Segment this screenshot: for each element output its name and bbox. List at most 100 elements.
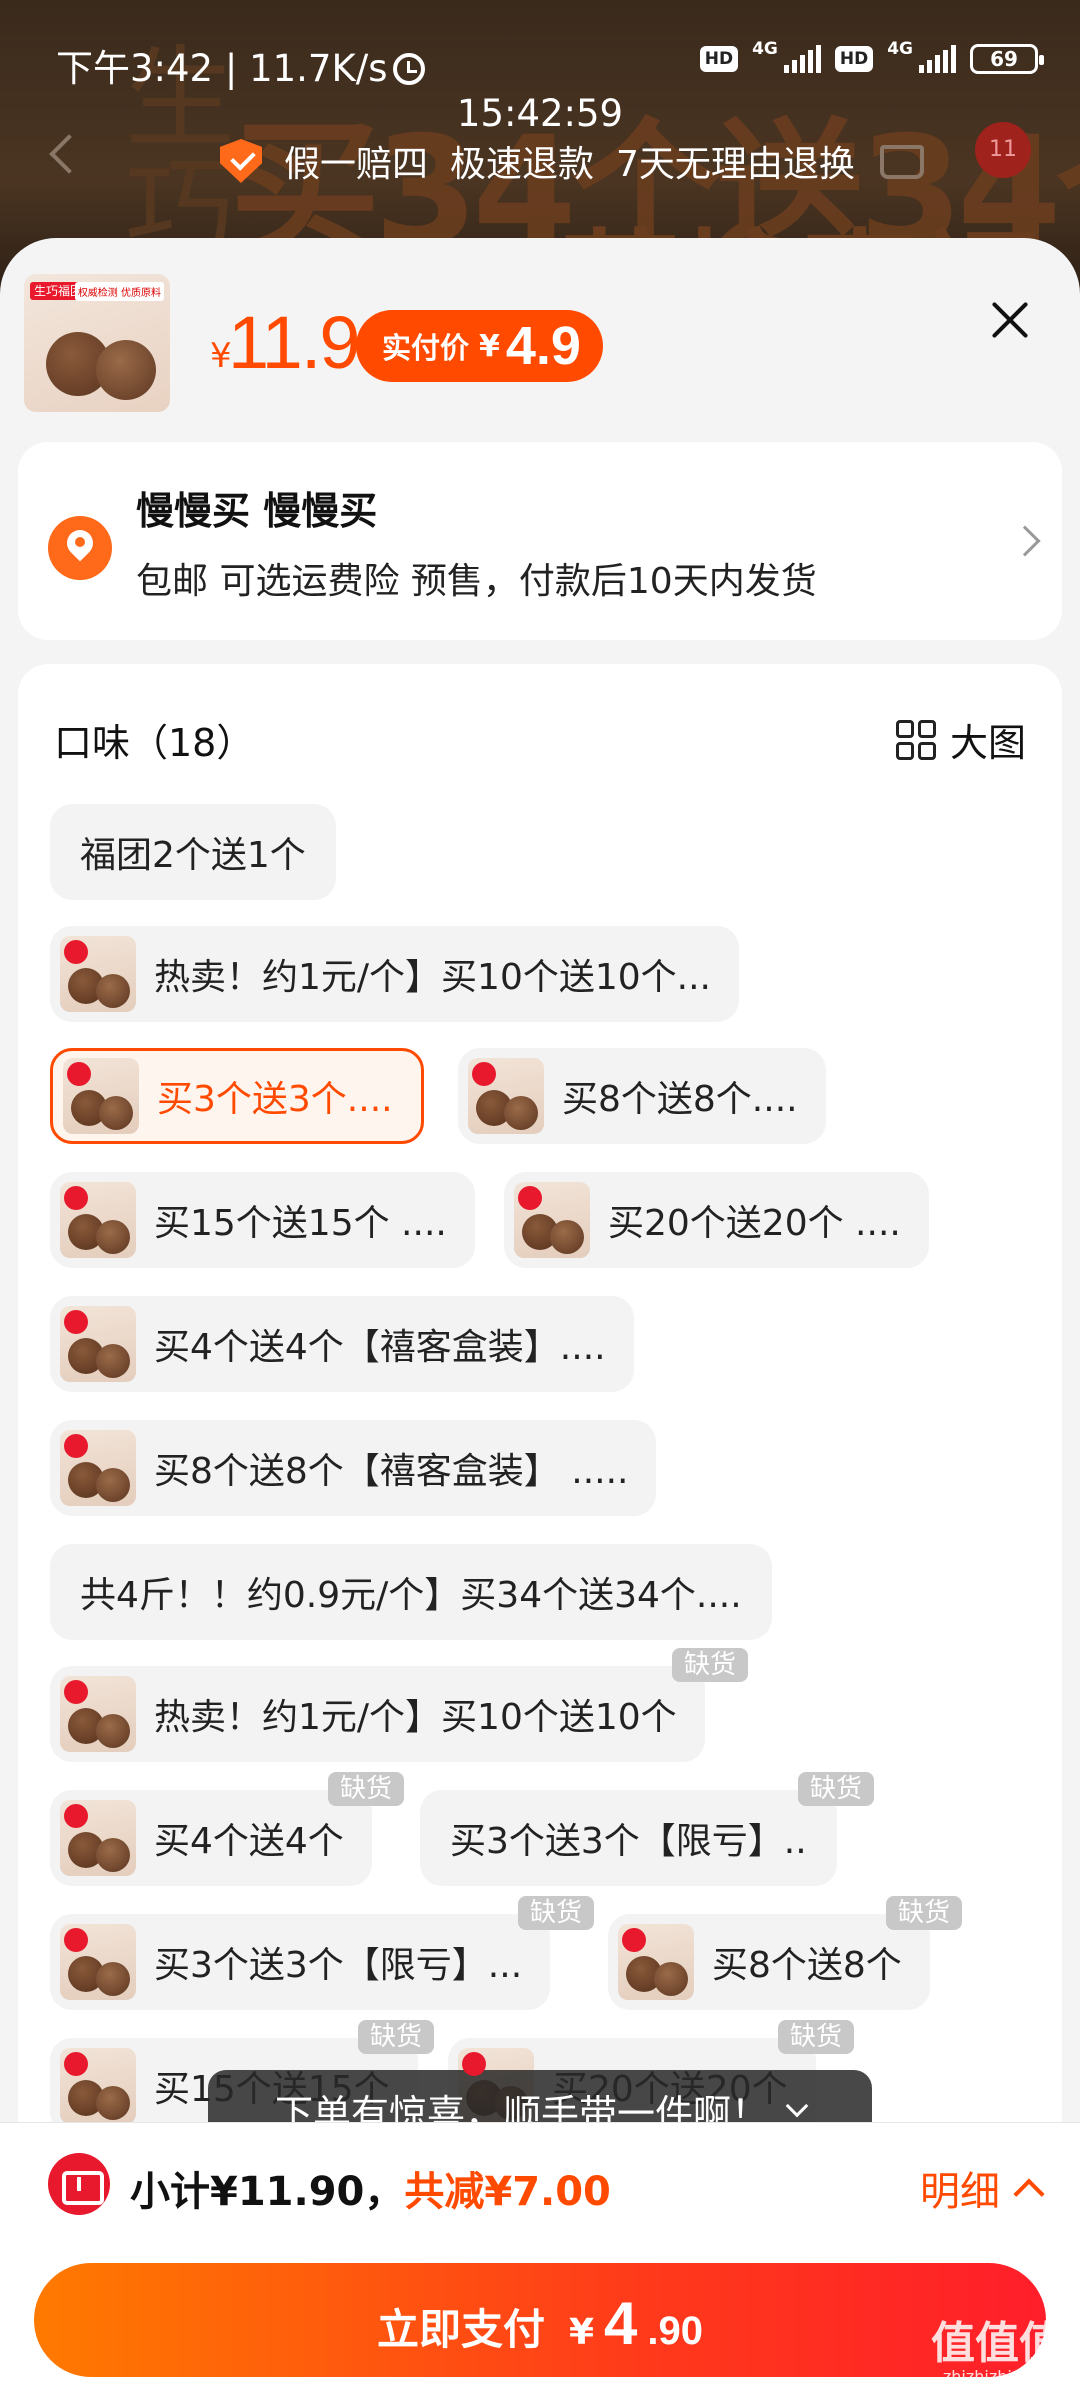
coupon-icon [48, 2153, 110, 2215]
hd-icon-2: HD [834, 46, 874, 72]
shipping-info: 包邮 可选运费险 预售，付款后10天内发货 [136, 561, 817, 602]
options-title: 口味（18） [54, 721, 255, 765]
pay-now-amount-decimal: .90 [647, 2309, 704, 2353]
out-of-stock-badge: 缺货 [798, 1772, 875, 1806]
option-chip[interactable]: 买8个送8个.... [458, 1048, 826, 1144]
location-pin-icon [48, 516, 112, 580]
option-label: 买4个送4个【禧客盒装】.... [154, 1327, 606, 1368]
option-label: 共4斤！！约0.9元/个】买34个送34个.... [80, 1575, 742, 1616]
guarantee-item: 极速退款 [450, 144, 595, 185]
option-chip-selected[interactable]: 买3个送3个.... [50, 1048, 424, 1144]
out-of-stock-badge: 缺货 [672, 1648, 749, 1682]
option-thumbnail [60, 1306, 136, 1382]
pay-now-currency: ¥ [568, 2312, 595, 2353]
product-thumbnail[interactable]: 生巧福团 买3个送3个 权威检测 优质原料 [24, 274, 170, 412]
back-arrow-icon[interactable] [49, 134, 89, 174]
option-chip[interactable]: 热卖！约1元/个】买10个送10个... [50, 926, 739, 1022]
option-label: 买20个送20个 .... [608, 1203, 901, 1244]
shield-check-icon [220, 139, 262, 183]
option-label: 热卖！约1元/个】买10个送10个 [154, 1697, 677, 1738]
actual-price-amount: 4.9 [505, 316, 581, 376]
subtotal-text: 小计¥11.90， [130, 2169, 405, 2215]
option-chip-out-of-stock[interactable]: 热卖！约1元/个】买10个送10个 [50, 1666, 705, 1762]
chevron-up-icon [1013, 2178, 1045, 2210]
hd-icon: HD [699, 46, 739, 72]
option-label: 热卖！约1元/个】买10个送10个... [154, 957, 711, 998]
cart-icon[interactable] [880, 145, 924, 179]
chevron-right-icon [1009, 525, 1041, 557]
watermark-url: zhizhizhi.com [942, 2367, 1052, 2386]
option-label: 买4个送4个 [154, 1821, 344, 1862]
actual-price-currency: ¥ [479, 328, 500, 364]
option-thumbnail [468, 1058, 544, 1134]
network-type: 4G [752, 39, 778, 59]
site-watermark: 值值值 zhizhizhi.com [922, 2320, 1072, 2386]
pay-now-button[interactable]: 立即支付 ¥ 4 .90 [34, 2263, 1046, 2377]
thumbnail-tag-2: 权威检测 优质原料 [74, 282, 164, 301]
signal-icon-2 [919, 45, 956, 73]
option-chip[interactable]: 买15个送15个 .... [50, 1172, 475, 1268]
option-chip[interactable]: 福团2个送1个 [50, 804, 336, 900]
clock-text: 下午3:42 [56, 47, 214, 90]
option-label: 买3个送3个【限亏】... [154, 1945, 523, 1986]
out-of-stock-badge: 缺货 [518, 1896, 595, 1930]
option-thumbnail [60, 1676, 136, 1752]
option-thumbnail [60, 1924, 136, 2000]
chevron-down-icon [785, 2094, 809, 2118]
battery-icon: 69 [970, 44, 1044, 74]
product-image-shape [96, 340, 156, 400]
subtotal-summary: 小计¥11.90，共减¥7.00 [130, 2159, 611, 2217]
pay-now-amount-integer: 4 [604, 2290, 638, 2357]
option-label: 买8个送8个 [712, 1945, 902, 1986]
product-price: 11.9 [228, 301, 361, 384]
price-detail-link[interactable]: 明细 [920, 2159, 1045, 2217]
network-speed: 11.7K/s [249, 47, 388, 90]
address-name: 慢慢买 慢慢买 [136, 489, 378, 533]
close-icon[interactable] [986, 296, 1034, 344]
out-of-stock-badge: 缺货 [778, 2020, 855, 2054]
out-of-stock-badge: 缺货 [358, 2020, 435, 2054]
option-thumbnail [618, 1924, 694, 2000]
option-chip-out-of-stock[interactable]: 买4个送4个 [50, 1790, 372, 1886]
signal-icon [783, 45, 821, 73]
status-time: 下午3:42 | 11.7K/s [56, 38, 426, 92]
alarm-icon [393, 53, 426, 85]
sheet-header: 生巧福团 买3个送3个 权威检测 优质原料 ¥ 11.9 实付价 ¥ 4.9 [0, 238, 1080, 428]
guarantee-item: 7天无理由退换 [616, 144, 855, 185]
option-chip[interactable]: 共4斤！！约0.9元/个】买34个送34个.... [50, 1544, 772, 1640]
option-label: 买3个送3个.... [157, 1079, 393, 1120]
actual-price-badge: 实付价 ¥ 4.9 [356, 310, 603, 382]
pay-now-label: 立即支付 [376, 2305, 545, 2354]
network-type-2: 4G [887, 39, 913, 59]
large-image-toggle[interactable]: 大图 [895, 712, 1026, 767]
option-thumbnail [60, 1800, 136, 1876]
option-chip[interactable]: 买20个送20个 .... [504, 1172, 929, 1268]
checkout-footer: 小计¥11.90，共减¥7.00 明细 立即支付 ¥ 4 .90 [0, 2122, 1080, 2400]
option-thumbnail [60, 2048, 136, 2124]
option-label: 福团2个送1个 [80, 835, 306, 876]
option-thumbnail [60, 1430, 136, 1506]
option-chip-out-of-stock[interactable]: 买8个送8个 [608, 1914, 930, 2010]
guarantee-item: 假一赔四 [284, 144, 429, 185]
guarantee-bar: 假一赔四 极速退款 7天无理由退换 [220, 135, 855, 187]
grid-view-icon [895, 719, 936, 760]
option-thumbnail [60, 1182, 136, 1258]
discount-text: 共减¥7.00 [404, 2169, 611, 2215]
status-bar: 下午3:42 | 11.7K/s HD 4G HD 4G 69 [0, 0, 1080, 100]
countdown-clock: 15:42:59 [456, 92, 624, 135]
option-thumbnail [514, 1182, 590, 1258]
option-chip-out-of-stock[interactable]: 买3个送3个【限亏】.. [420, 1790, 837, 1886]
option-chip[interactable]: 买4个送4个【禧客盒装】.... [50, 1296, 634, 1392]
address-card[interactable]: 慢慢买 慢慢买 包邮 可选运费险 预售，付款后10天内发货 [18, 442, 1062, 640]
option-label: 买8个送8个.... [562, 1079, 798, 1120]
option-chip-out-of-stock[interactable]: 买3个送3个【限亏】... [50, 1914, 551, 2010]
option-thumbnail [63, 1058, 139, 1134]
option-label: 买8个送8个【禧客盒装】 ..... [154, 1451, 629, 1492]
option-thumbnail [60, 936, 136, 1012]
option-label: 买15个送15个 .... [154, 1203, 447, 1244]
option-label: 买3个送3个【限亏】.. [450, 1821, 807, 1862]
status-icons: HD 4G HD 4G 69 [699, 39, 1044, 74]
option-chip[interactable]: 买8个送8个【禧客盒装】 ..... [50, 1420, 657, 1516]
out-of-stock-badge: 缺货 [886, 1896, 963, 1930]
actual-price-label: 实付价 [382, 331, 470, 365]
